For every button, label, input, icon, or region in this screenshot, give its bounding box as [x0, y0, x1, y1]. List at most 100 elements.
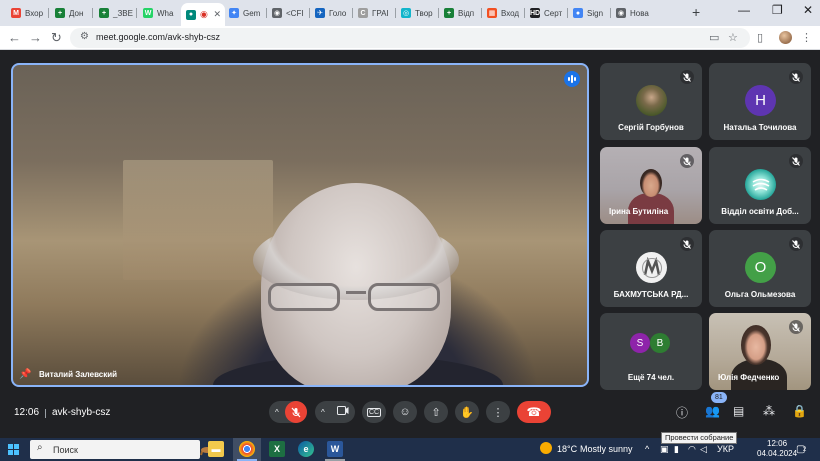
participant-tile[interactable]: S В Ещё 74 чел.	[600, 313, 702, 390]
organization-logo-icon	[636, 252, 667, 283]
main-speaker-name: Виталий Залевский	[39, 370, 118, 379]
hand-icon: ✋	[460, 406, 474, 419]
word-icon[interactable]: W	[327, 441, 343, 457]
tab-favicon-icon: HD	[529, 8, 541, 18]
browser-tab[interactable]: ◉ <CFI	[267, 3, 309, 23]
tab-favicon-icon: ▦	[487, 8, 497, 18]
side-panel-icon[interactable]: ▯	[757, 31, 763, 44]
reload-icon[interactable]: ↻	[51, 30, 62, 46]
browser-tab[interactable]: + Дон	[50, 3, 92, 23]
forward-icon[interactable]: →	[29, 30, 42, 46]
menu-kebab-icon[interactable]: ⋮	[801, 31, 812, 44]
file-explorer-icon[interactable]: ▬	[208, 441, 224, 457]
camera-icon[interactable]	[337, 406, 349, 418]
activities-icon[interactable]: ⁂	[763, 404, 775, 418]
host-controls-icon[interactable]: 🔒	[792, 404, 807, 418]
browser-tab[interactable]: HD Серт	[525, 3, 567, 23]
present-button[interactable]: ⇧	[424, 401, 448, 423]
browser-tab[interactable]: ✦ Gem	[224, 3, 266, 23]
browser-tab[interactable]: + _ЗВЕ	[94, 3, 136, 23]
leave-call-button[interactable]: ☎	[517, 401, 551, 423]
browser-tab[interactable]: ● Sign	[568, 3, 610, 23]
speaking-indicator-icon	[564, 71, 580, 87]
edge-icon[interactable]: e	[298, 441, 314, 457]
browser-tab[interactable]: C ГРАІ	[353, 3, 395, 23]
browser-tab[interactable]: ◎ Твор	[396, 3, 438, 23]
weather-text[interactable]: Mostly sunny	[580, 444, 633, 454]
more-vert-icon: ⋮	[492, 406, 504, 419]
browser-tab[interactable]: ◉ Нова	[611, 3, 653, 23]
reactions-button[interactable]: ☺	[393, 401, 417, 423]
bookmark-star-icon[interactable]: ☆	[728, 31, 738, 44]
tray-app-icon[interactable]: ▣	[660, 444, 669, 455]
participant-tile[interactable]: Н Натальа Точилова	[709, 63, 811, 140]
tray-chevron-icon[interactable]: ^	[645, 444, 649, 454]
weather-temp[interactable]: 18°C	[557, 444, 577, 454]
more-options-button[interactable]: ⋮	[486, 401, 510, 423]
tab-favicon-icon: ●	[573, 8, 583, 18]
browser-tab[interactable]: + Відп	[439, 3, 481, 23]
chrome-icon[interactable]	[239, 441, 255, 457]
browser-tab[interactable]: M Вхор	[6, 3, 48, 23]
captions-button[interactable]: CC	[362, 401, 386, 423]
participant-name: Юлія Федченко	[718, 373, 780, 382]
chat-icon[interactable]: ▤	[733, 404, 744, 418]
participant-tile[interactable]: Сергій Горбунов	[600, 63, 702, 140]
cast-icon[interactable]: ▭	[709, 31, 719, 44]
profile-avatar[interactable]	[779, 31, 792, 44]
participant-name: Ірина Бутиліна	[609, 207, 669, 216]
camera-options-chevron-icon[interactable]: ^	[321, 408, 325, 417]
main-speaker-tile[interactable]: 📌 Виталий Залевский	[11, 63, 589, 387]
language-indicator[interactable]: УКР	[717, 444, 734, 454]
tab-label: ГРАІ	[372, 8, 389, 18]
mic-off-icon	[680, 154, 694, 168]
browser-tab[interactable]: ✈ Голо	[310, 3, 352, 23]
participant-name: Натальа Точилова	[723, 123, 797, 132]
raise-hand-button[interactable]: ✋	[455, 401, 479, 423]
back-icon[interactable]: ←	[8, 30, 21, 46]
people-icon[interactable]: 👥	[705, 404, 720, 418]
browser-toolbar: ← → ↻ ⚙ meet.google.com/avk-shyb-csz ▭ ☆…	[0, 26, 820, 50]
pin-icon[interactable]: 📌	[19, 369, 31, 380]
notifications-icon[interactable]: ▢ 2	[796, 444, 806, 455]
restore-icon[interactable]: ❐	[772, 3, 783, 17]
tab-label: <CFI	[286, 8, 304, 18]
participant-tile[interactable]: О Ольга Ольмезова	[709, 230, 811, 307]
mic-control[interactable]: ^	[269, 401, 307, 423]
meeting-info-icon[interactable]: ⓘ	[676, 404, 688, 421]
taskbar-clock[interactable]: 12:06 04.04.2024	[757, 439, 797, 459]
volume-icon[interactable]: ◁	[700, 444, 707, 455]
participant-tile[interactable]: Ірина Бутиліна	[600, 147, 702, 224]
browser-tab[interactable]: W Wha	[138, 3, 180, 23]
minimize-icon[interactable]: —	[738, 3, 750, 17]
meeting-time: 12:06	[14, 407, 40, 418]
tab-label: Sign	[587, 8, 604, 18]
mic-off-icon	[789, 237, 803, 251]
participant-tile[interactable]: Юлія Федченко	[709, 313, 811, 390]
new-tab-button[interactable]: +	[692, 4, 700, 20]
meeting-code: avk-shyb-csz	[52, 407, 111, 418]
tab-label: Gem	[243, 8, 261, 18]
site-info-icon[interactable]: ⚙	[80, 31, 89, 42]
participant-tile[interactable]: БАХМУТСЬКА РД...	[600, 230, 702, 307]
close-window-icon[interactable]: ✕	[803, 3, 813, 17]
battery-icon[interactable]: ▮	[674, 444, 679, 455]
address-bar[interactable]: ⚙ meet.google.com/avk-shyb-csz	[70, 28, 750, 48]
wifi-icon[interactable]: ◠	[688, 444, 696, 455]
tab-strip: + — ❐ ✕ M Вхор + Дон + _ЗВЕ W Wha ● ◉ ✕ ✦ Gem ◉ <CFI ✈ Г…	[0, 0, 820, 26]
browser-tab[interactable]: ● ◉ ✕	[181, 3, 225, 26]
taskbar-search[interactable]: ⌕ Поиск	[30, 440, 220, 459]
windows-start-icon[interactable]	[8, 444, 19, 455]
mic-off-icon[interactable]	[285, 401, 307, 423]
participant-tile[interactable]: Відділ освіти Доб...	[709, 147, 811, 224]
camera-control[interactable]: ^	[315, 401, 355, 423]
tab-favicon-icon: ✦	[229, 8, 239, 18]
browser-tab[interactable]: ▦ Вход	[482, 3, 524, 23]
excel-icon[interactable]: X	[269, 441, 285, 457]
tab-close-icon[interactable]: ✕	[213, 9, 221, 20]
captions-icon: CC	[366, 407, 382, 417]
participant-video-face	[640, 169, 662, 197]
search-icon: ⌕	[37, 442, 43, 453]
mic-options-chevron-icon[interactable]: ^	[275, 408, 279, 417]
participant-avatar: Н	[745, 85, 776, 116]
